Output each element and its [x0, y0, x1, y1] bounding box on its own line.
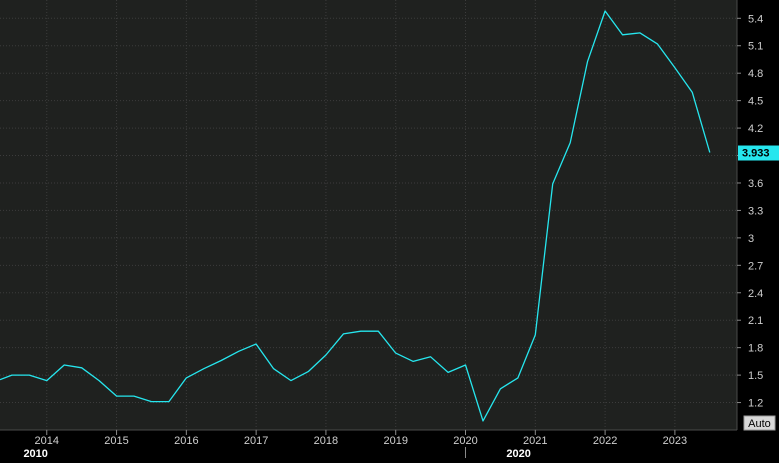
y-tick-label: 4.5 — [748, 96, 763, 108]
y-tick-label: 3.6 — [748, 178, 763, 190]
y-tick-label: 1.8 — [748, 343, 763, 355]
x-tick-label: 2014 — [35, 435, 59, 447]
last-value-label: 3.933 — [742, 148, 770, 160]
x-tick-label: 2018 — [314, 435, 338, 447]
x-tick-label: 2017 — [244, 435, 268, 447]
plot-area — [0, 0, 737, 430]
y-tick-label: 1.5 — [748, 370, 763, 382]
x-tick-label: 2015 — [104, 435, 128, 447]
x-tick-label: 2022 — [593, 435, 617, 447]
x-tick-label: 2021 — [523, 435, 547, 447]
x-tick-label: 2016 — [174, 435, 198, 447]
y-tick-label: 2.4 — [748, 288, 763, 300]
major-axis-label: 2010 — [23, 448, 47, 458]
y-tick-label: 5.1 — [748, 41, 763, 53]
auto-button-label: Auto — [748, 418, 771, 430]
y-tick-label: 2.1 — [748, 315, 763, 327]
major-axis-labels: 2010 2020 — [23, 447, 531, 460]
y-tick-label: 3 — [748, 233, 754, 245]
y-tick-label: 5.4 — [748, 13, 763, 25]
x-tick-label: 2019 — [383, 435, 407, 447]
last-value-marker: 3.933 — [738, 145, 779, 161]
y-tick-label: 4.2 — [748, 123, 763, 135]
x-tick-label: 2023 — [663, 435, 687, 447]
chart-container: 5.45.14.84.54.23.93.63.332.72.42.11.81.5… — [0, 0, 779, 460]
y-axis-ticks: 5.45.14.84.54.23.93.63.332.72.42.11.81.5… — [737, 13, 763, 410]
major-axis-label: 2020 — [506, 448, 530, 458]
x-axis-ticks: 2014 2015 2016 2017 2018 2019 2020 2021 2022 2023 — [35, 430, 687, 447]
y-tick-label: 2.7 — [748, 260, 763, 272]
auto-button[interactable]: Auto — [743, 415, 776, 431]
chart-svg: 5.45.14.84.54.23.93.63.332.72.42.11.81.5… — [0, 0, 779, 460]
y-tick-label: 4.8 — [748, 68, 763, 80]
y-tick-label: 3.3 — [748, 205, 763, 217]
y-tick-label: 1.2 — [748, 398, 763, 410]
x-tick-label: 2020 — [453, 435, 477, 447]
